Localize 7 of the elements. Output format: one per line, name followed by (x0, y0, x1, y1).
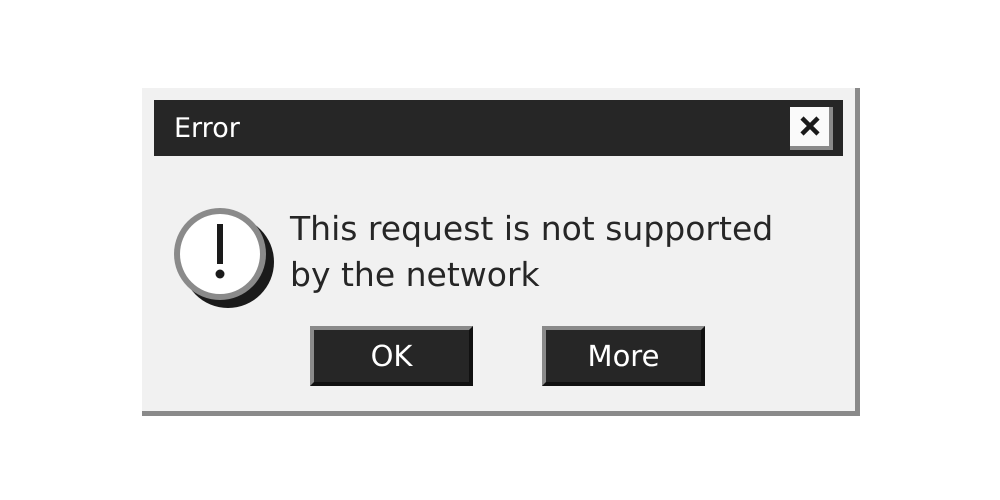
close-icon (798, 115, 820, 137)
error-message: This request is not supported (290, 208, 774, 250)
error-message: by the network (290, 254, 541, 296)
close-button[interactable] (790, 106, 833, 150)
dialog-button[interactable]: More (542, 326, 705, 386)
dialog-button[interactable]: OK (310, 326, 473, 386)
window-title: Error (174, 112, 240, 144)
